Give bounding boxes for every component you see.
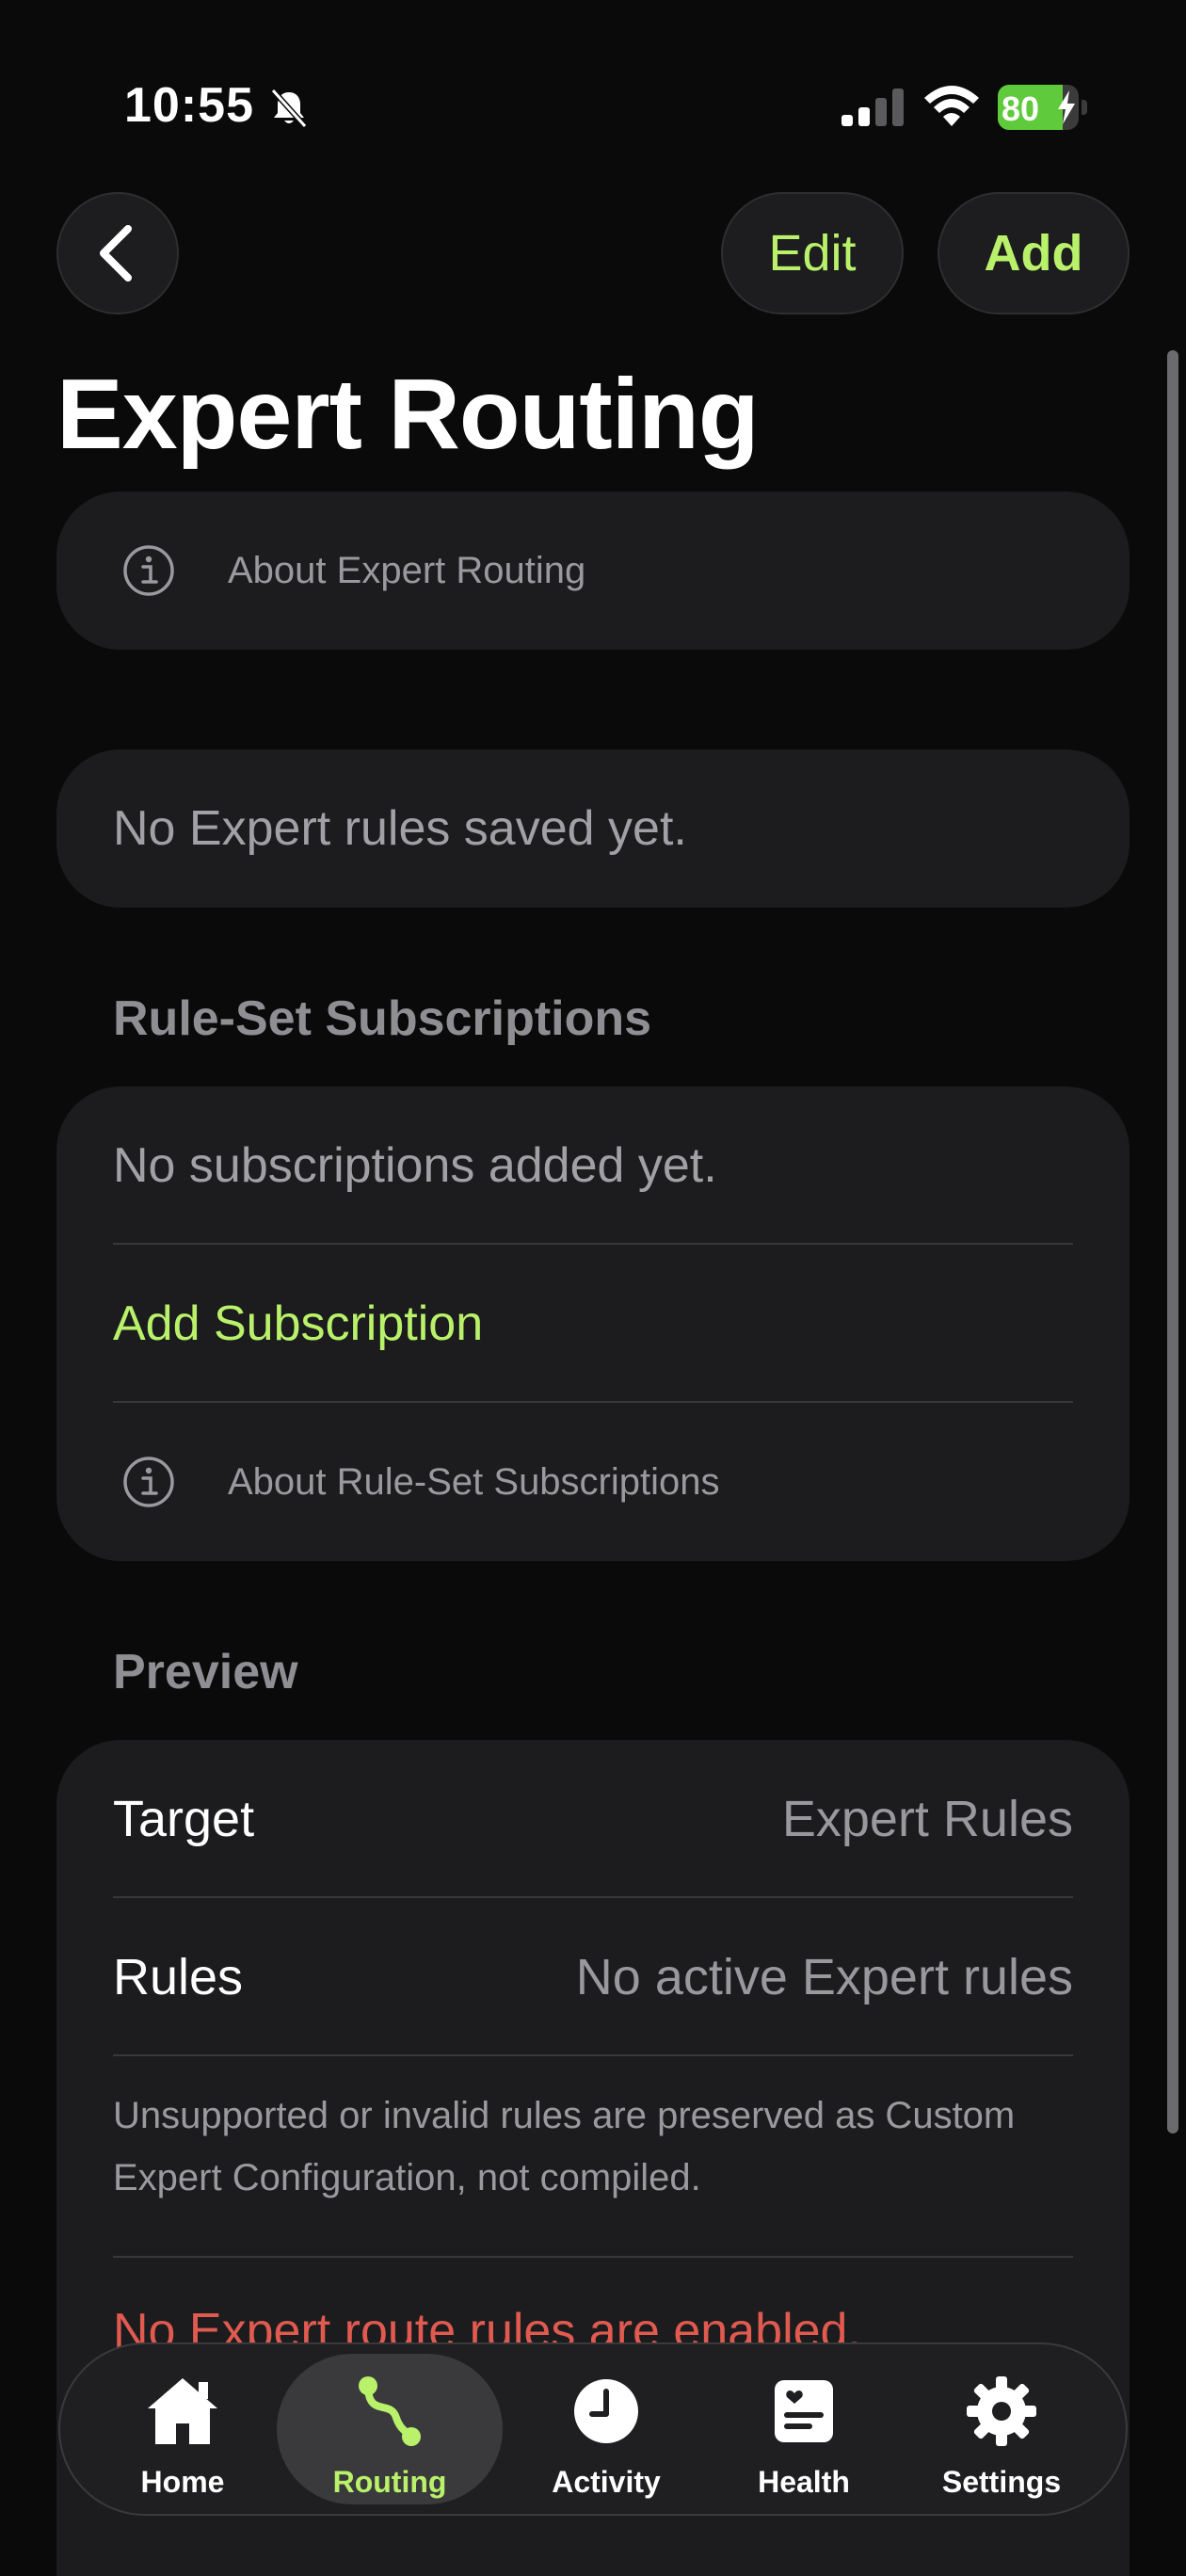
add-subscription-button[interactable]: Add Subscription (56, 1245, 1130, 1403)
scroll-indicator[interactable] (1167, 350, 1178, 2133)
preview-row-rules: Rules No active Expert rules (56, 1898, 1130, 2056)
subscriptions-section-header: Rule-Set Subscriptions (113, 991, 652, 1046)
subscriptions-empty-row: No subscriptions added yet. (56, 1087, 1130, 1245)
gear-icon (967, 2376, 1036, 2446)
subscriptions-card: No subscriptions added yet. Add Subscrip… (56, 1087, 1130, 1561)
cellular-signal-icon (841, 89, 904, 126)
subscriptions-empty-text: No subscriptions added yet. (113, 1138, 717, 1193)
tab-home[interactable]: Home (107, 2344, 258, 2514)
chevron-left-icon (100, 225, 132, 282)
page-title: Expert Routing (56, 359, 760, 470)
tab-bar: Home Routing Activity Health Settings (58, 2343, 1128, 2516)
preview-note-row: Unsupported or invalid rules are preserv… (56, 2056, 1130, 2258)
tab-health[interactable]: Health (719, 2344, 889, 2514)
charging-bolt-icon (1058, 90, 1075, 124)
status-bar: 10:55 80 (0, 0, 1186, 188)
status-time: 10:55 (124, 78, 254, 133)
about-expert-routing-label: About Expert Routing (228, 549, 586, 591)
silent-bell-icon (270, 88, 308, 129)
preview-rules-value: No active Expert rules (575, 1949, 1073, 2005)
empty-rules-text: No Expert rules saved yet. (113, 801, 687, 856)
back-button[interactable] (56, 192, 179, 314)
about-expert-routing-card[interactable]: About Expert Routing (56, 491, 1130, 650)
tab-routing-label: Routing (332, 2465, 447, 2499)
add-subscription-label: Add Subscription (113, 1296, 484, 1351)
house-icon (148, 2378, 217, 2444)
preview-section-header: Preview (113, 1645, 298, 1699)
health-card-icon (775, 2380, 833, 2442)
tab-settings-label: Settings (941, 2465, 1062, 2499)
battery-percentage: 80 (1002, 89, 1040, 128)
battery-body: 80 (998, 85, 1079, 130)
wifi-icon (924, 86, 979, 126)
tab-settings[interactable]: Settings (907, 2344, 1096, 2514)
clock-icon (574, 2379, 638, 2443)
about-expert-routing-row[interactable]: About Expert Routing (56, 491, 1130, 650)
info-icon (123, 545, 174, 596)
tab-activity-label: Activity (552, 2465, 661, 2499)
battery-indicator: 80 (998, 85, 1088, 130)
info-icon (123, 1457, 174, 1507)
battery-cap (1082, 100, 1087, 115)
preview-note-text: Unsupported or invalid rules are preserv… (113, 2095, 1016, 2198)
add-button[interactable]: Add (938, 192, 1130, 314)
empty-rules-card: No Expert rules saved yet. (56, 749, 1130, 908)
tab-activity[interactable]: Activity (521, 2344, 691, 2514)
route-icon (359, 2376, 421, 2446)
tab-routing[interactable]: Routing (277, 2354, 503, 2504)
preview-target-key: Target (113, 1791, 255, 1847)
preview-row-target: Target Expert Rules (56, 1740, 1130, 1898)
edit-button[interactable]: Edit (721, 192, 904, 314)
preview-rules-key: Rules (113, 1949, 244, 2005)
about-subscriptions-label: About Rule-Set Subscriptions (228, 1460, 720, 1503)
tab-home-label: Home (140, 2465, 225, 2499)
screen: 10:55 80 Edit Add Expert Routing About E… (0, 0, 1186, 2576)
about-subscriptions-row[interactable]: About Rule-Set Subscriptions (56, 1403, 1130, 1561)
preview-target-value: Expert Rules (781, 1791, 1073, 1847)
tab-health-label: Health (758, 2465, 850, 2499)
